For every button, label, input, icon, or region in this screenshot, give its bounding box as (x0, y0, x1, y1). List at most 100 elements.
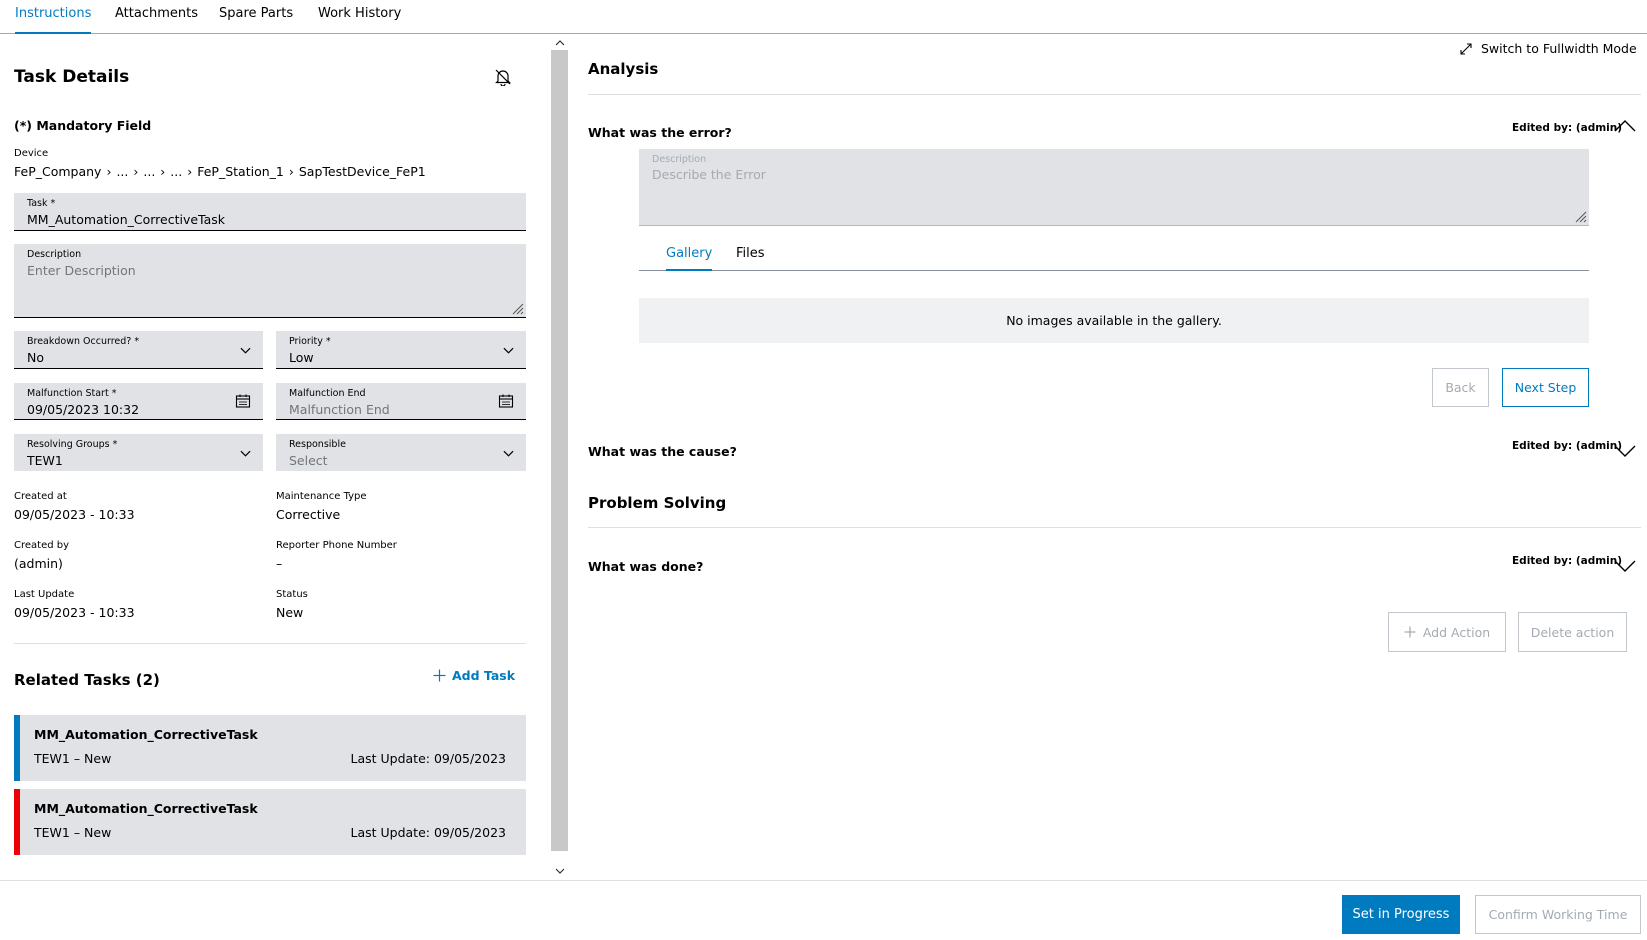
task-field-label: Task * (27, 198, 56, 209)
error-description-label: Description (652, 154, 707, 165)
breadcrumb-separator: › (288, 164, 294, 179)
error-description-field[interactable]: Description Describe the Error (639, 149, 1589, 226)
resolving-groups-label: Resolving Groups * (27, 439, 118, 450)
created-at-label: Created at (14, 491, 67, 502)
related-task-card[interactable]: MM_Automation_CorrectiveTask TEW1 – New … (14, 715, 526, 781)
related-task-card[interactable]: MM_Automation_CorrectiveTask TEW1 – New … (14, 789, 526, 855)
task-field[interactable]: Task * MM_Automation_CorrectiveTask (14, 193, 526, 231)
scroll-up-icon[interactable] (555, 38, 565, 48)
device-label: Device (14, 148, 49, 159)
breadcrumb-separator: › (106, 164, 112, 179)
resize-handle-icon[interactable] (512, 303, 524, 315)
delete-action-button[interactable]: Delete action (1518, 612, 1627, 652)
breadcrumb-item[interactable]: SapTestDevice_FeP1 (299, 164, 426, 179)
scrollbar-thumb[interactable] (551, 50, 568, 851)
add-task-button[interactable]: Add Task (433, 668, 515, 683)
description-placeholder: Enter Description (27, 263, 136, 278)
resolving-groups-value: TEW1 (27, 453, 63, 468)
malfunction-start-field[interactable]: Malfunction Start * 09/05/2023 10:32 (14, 383, 263, 420)
malfunction-end-label: Malfunction End (289, 388, 366, 399)
fullwidth-label: Switch to Fullwidth Mode (1481, 41, 1637, 56)
breadcrumb-separator: › (187, 164, 193, 179)
breadcrumb-item[interactable]: ... (170, 164, 182, 179)
delete-action-label: Delete action (1530, 624, 1615, 640)
resolving-groups-select[interactable]: Resolving Groups * TEW1 (14, 434, 263, 471)
error-description-placeholder: Describe the Error (652, 167, 766, 182)
fullwidth-toggle[interactable]: Switch to Fullwidth Mode (1459, 41, 1637, 56)
next-step-label: Next Step (1514, 380, 1577, 395)
chevron-down-icon[interactable] (1614, 559, 1636, 573)
related-task-updated: Last Update: 09/05/2023 (350, 825, 506, 840)
created-at-value: 09/05/2023 - 10:33 (14, 507, 135, 522)
tab-spare-parts[interactable]: Spare Parts (219, 6, 293, 34)
breadcrumb-item[interactable]: ... (143, 164, 155, 179)
resize-handle-icon[interactable] (1575, 211, 1587, 223)
tab-files[interactable]: Files (736, 246, 765, 261)
chevron-down-icon (503, 450, 514, 457)
divider (588, 527, 1641, 528)
breadcrumb-separator: › (160, 164, 166, 179)
created-by-label: Created by (14, 540, 70, 551)
chevron-down-icon[interactable] (1614, 444, 1636, 458)
analysis-title: Analysis (588, 60, 659, 78)
cause-question-header[interactable]: What was the cause? (588, 444, 737, 459)
tab-attachments[interactable]: Attachments (115, 6, 198, 34)
mandatory-note: (*) Mandatory Field (14, 118, 152, 133)
chevron-up-icon[interactable] (1614, 119, 1636, 133)
related-task-title: MM_Automation_CorrectiveTask (34, 801, 258, 816)
add-task-label: Add Task (452, 668, 516, 683)
divider (588, 94, 1641, 95)
set-in-progress-button[interactable]: Set in Progress (1342, 895, 1460, 934)
footer-action-bar: Set in Progress Confirm Working Time (0, 880, 1647, 940)
breadcrumb-separator: › (133, 164, 139, 179)
add-action-button[interactable]: Add Action (1388, 612, 1506, 652)
malfunction-start-label: Malfunction Start * (27, 388, 117, 399)
done-question-header[interactable]: What was done? (588, 559, 703, 574)
error-edited-by: Edited by: (admin) (1512, 122, 1623, 134)
divider (14, 643, 526, 644)
task-details-title: Task Details (14, 67, 130, 87)
tab-gallery[interactable]: Gallery (666, 246, 713, 271)
last-update-value: 09/05/2023 - 10:33 (14, 605, 135, 620)
bell-off-icon[interactable] (494, 68, 512, 86)
breadcrumb-item[interactable]: FeP_Company (14, 164, 101, 179)
reporter-phone-value: – (276, 556, 283, 571)
malfunction-end-field[interactable]: Malfunction End Malfunction End (276, 383, 526, 420)
error-question-header[interactable]: What was the error? (588, 125, 732, 140)
breadcrumb-item[interactable]: FeP_Station_1 (197, 164, 284, 179)
breakdown-value: No (27, 350, 44, 365)
analysis-panel: Switch to Fullwidth Mode Analysis What w… (569, 34, 1647, 880)
related-task-subtitle: TEW1 – New (34, 751, 112, 766)
maintenance-type-value: Corrective (276, 507, 341, 522)
calendar-icon[interactable] (498, 393, 514, 409)
breakdown-select[interactable]: Breakdown Occurred? * No (14, 331, 263, 369)
back-button[interactable]: Back (1432, 368, 1489, 407)
gallery-tabs-line (639, 270, 1589, 271)
back-button-label: Back (1445, 380, 1476, 395)
priority-select[interactable]: Priority * Low (276, 331, 526, 369)
calendar-icon[interactable] (235, 393, 251, 409)
malfunction-start-value: 09/05/2023 10:32 (27, 402, 140, 417)
done-edited-by: Edited by: (admin) (1512, 555, 1623, 567)
status-value: New (276, 605, 304, 620)
cause-edited-by: Edited by: (admin) (1512, 440, 1623, 452)
tab-instructions[interactable]: Instructions (15, 6, 92, 34)
description-field[interactable]: Description Enter Description (14, 244, 526, 318)
created-by-value: (admin) (14, 556, 63, 571)
description-label: Description (27, 249, 82, 260)
device-breadcrumb: FeP_Company › ... › ... › ... › FeP_Station_… (14, 164, 426, 179)
confirm-working-time-button[interactable]: Confirm Working Time (1475, 895, 1641, 934)
add-action-label: Add Action (1422, 624, 1491, 640)
card-accent-bar (14, 715, 20, 781)
chevron-down-icon (503, 347, 514, 354)
tab-work-history[interactable]: Work History (318, 6, 401, 34)
task-field-value: MM_Automation_CorrectiveTask (27, 212, 226, 227)
card-accent-bar (14, 789, 20, 855)
maintenance-type-label: Maintenance Type (276, 491, 367, 502)
next-step-button[interactable]: Next Step (1502, 368, 1589, 407)
scroll-down-icon[interactable] (555, 866, 565, 876)
breadcrumb-item[interactable]: ... (116, 164, 128, 179)
malfunction-end-placeholder: Malfunction End (289, 402, 390, 417)
no-images-text: No images available in the gallery. (1006, 313, 1222, 328)
responsible-select[interactable]: Responsible Select (276, 434, 526, 471)
